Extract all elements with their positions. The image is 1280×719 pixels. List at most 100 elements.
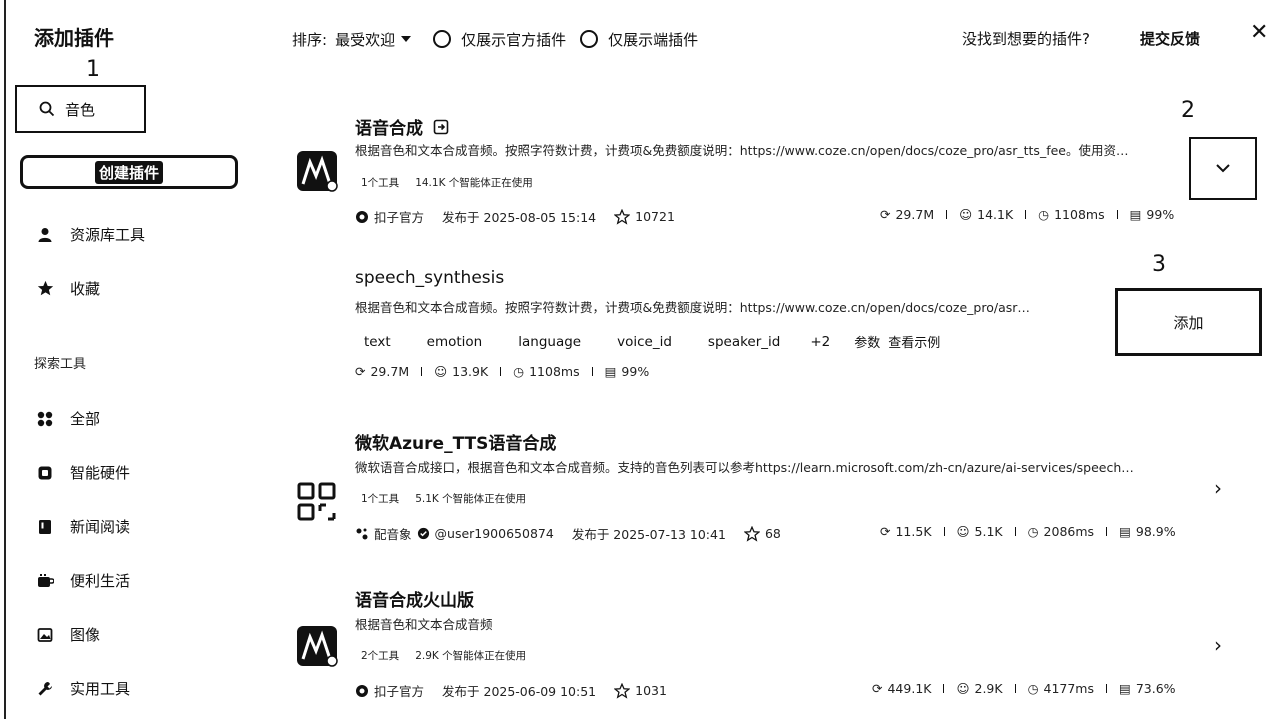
plugin-logo-icon <box>297 151 338 192</box>
publish-date: 发布于 2025-08-05 15:14 <box>442 210 597 225</box>
author-name: 扣子官方 <box>374 684 425 699</box>
author: 扣子官方 <box>355 681 424 700</box>
sort-label: 排序: <box>292 30 328 49</box>
verified-icon <box>417 527 429 540</box>
sidebar-item-all[interactable]: 全部 <box>36 408 100 429</box>
author-name: 配音象 <box>374 527 412 542</box>
sidebar-item-daily-life[interactable]: 便利生活 <box>36 570 130 591</box>
sidebar-item-utilities[interactable]: 实用工具 <box>36 678 130 699</box>
call-count: 29.7M <box>370 364 410 379</box>
agent-count: 5.1K 个智能体正在使用 <box>415 493 527 505</box>
publish-date: 发布于 2025-06-09 10:51 <box>442 684 597 699</box>
sidebar-item-label: 实用工具 <box>70 680 131 698</box>
add-tool-button[interactable]: 添加 <box>1115 288 1262 356</box>
latency: 2086ms <box>1043 524 1095 539</box>
plugin-card-title[interactable]: 语音合成 <box>355 114 449 139</box>
annotation-2: 2 <box>1181 98 1195 123</box>
open-external-icon[interactable] <box>433 119 449 135</box>
param-more: +2 <box>810 333 831 350</box>
message-icon: ▤ <box>1119 524 1131 539</box>
user-count: 2.9K <box>974 681 1003 696</box>
official-only-radio[interactable] <box>433 30 452 48</box>
star-count: 10721 <box>635 209 675 224</box>
book-icon <box>36 518 54 536</box>
chip-icon <box>36 464 54 482</box>
author-handle: @user1900650874 <box>434 526 554 541</box>
sidebar-item-label: 图像 <box>70 626 101 644</box>
search-input[interactable]: 音色 <box>15 85 146 133</box>
create-plugin-button[interactable]: 创建插件 <box>20 155 238 189</box>
favorite-count[interactable]: 10721 <box>614 208 675 225</box>
plugin-title-text: 语音合成 <box>355 119 423 139</box>
plugin-card-title[interactable]: 语音合成火山版 <box>355 586 474 611</box>
chevron-down-icon <box>1216 164 1230 173</box>
image-icon <box>36 626 54 644</box>
author: 配音象 @user1900650874 <box>355 524 554 543</box>
window-left-edge <box>4 0 6 719</box>
dialog-title: 添加插件 <box>34 26 114 50</box>
sidebar-item-favorites[interactable]: 收藏 <box>36 278 100 299</box>
success-rate: 99% <box>621 364 650 379</box>
calls-icon: ⟳ <box>880 524 891 539</box>
favorite-count[interactable]: 68 <box>743 525 781 542</box>
latency: 4177ms <box>1043 681 1095 696</box>
sidebar-item-label: 全部 <box>70 410 101 428</box>
plugin-stats: ⟳ 11.5K ☺ 5.1K ◷ 2086ms ▤ 98.9% <box>880 524 1176 539</box>
author-name: 扣子官方 <box>374 210 425 225</box>
publish-date: 发布于 2025-07-13 10:41 <box>571 527 726 542</box>
user-count: 5.1K <box>974 524 1003 539</box>
clock-icon: ◷ <box>1027 524 1039 539</box>
device-only-radio[interactable] <box>580 30 599 48</box>
chevron-right-icon[interactable]: › <box>1214 633 1222 657</box>
annotation-3: 3 <box>1152 252 1166 277</box>
clock-icon: ◷ <box>513 364 525 379</box>
param-chip: speaker_id <box>707 333 781 350</box>
view-example-link[interactable]: 查看示例 <box>888 332 940 351</box>
favorite-count[interactable]: 1031 <box>614 682 667 699</box>
plugin-logo-icon <box>297 626 338 667</box>
close-icon[interactable]: ✕ <box>1250 20 1268 45</box>
star-outline-icon <box>743 525 760 542</box>
tool-count: 1个工具 <box>361 177 400 189</box>
calls-icon: ⟳ <box>872 681 883 696</box>
official-only-label: 仅展示官方插件 <box>461 30 567 49</box>
plugin-footer: 配音象 @user1900650874 发布于 2025-07-13 10:41… <box>355 524 781 543</box>
chevron-right-icon[interactable]: › <box>1214 476 1222 500</box>
official-only-filter[interactable]: 仅展示官方插件 <box>433 29 566 50</box>
user-count: 13.9K <box>452 364 489 379</box>
plugin-footer: 扣子官方 发布于 2025-06-09 10:51 1031 <box>355 681 667 700</box>
author-avatar-icon <box>356 528 368 539</box>
sort-dropdown[interactable]: 最受欢迎 <box>335 29 412 50</box>
tool-params: text emotion language voice_id speaker_i… <box>364 332 940 352</box>
calls-icon: ⟳ <box>355 364 366 379</box>
message-icon: ▤ <box>604 364 617 379</box>
tool-count: 1个工具 <box>361 493 400 505</box>
wrench-icon <box>36 680 54 698</box>
sidebar-item-news-reading[interactable]: 新闻阅读 <box>36 516 130 537</box>
sidebar-item-image[interactable]: 图像 <box>36 624 100 645</box>
message-icon: ▤ <box>1119 681 1131 696</box>
search-icon <box>39 101 55 117</box>
calls-icon: ⟳ <box>880 207 891 222</box>
call-count: 29.7M <box>895 207 935 222</box>
success-rate: 99% <box>1146 207 1175 222</box>
device-only-filter[interactable]: 仅展示端插件 <box>580 29 698 50</box>
call-count: 449.1K <box>887 681 932 696</box>
plugin-card-title[interactable]: 微软Azure_TTS语音合成 <box>355 429 556 454</box>
expand-tools-button[interactable] <box>1189 137 1257 200</box>
sidebar-item-smart-hardware[interactable]: 智能硬件 <box>36 462 130 483</box>
params-label: 参数 <box>854 336 881 351</box>
grid-icon <box>36 410 54 428</box>
plugin-description: 根据音色和文本合成音频 <box>355 617 493 632</box>
plugin-description: 微软语音合成接口，根据音色和文本合成音频。支持的音色列表可以参考https://… <box>355 460 1134 475</box>
sidebar-item-library-tools[interactable]: 资源库工具 <box>36 224 145 245</box>
bot-icon: ☺ <box>434 364 448 379</box>
search-value: 音色 <box>65 100 96 119</box>
tool-description: 根据音色和文本合成音频。按照字符数计费，计费项&免费额度说明：https://w… <box>355 300 1030 315</box>
bot-icon: ☺ <box>956 681 970 696</box>
bot-icon: ☺ <box>959 207 973 222</box>
feedback-link[interactable]: 提交反馈 <box>1140 28 1200 49</box>
coze-logo-icon <box>356 210 368 223</box>
agent-count: 2.9K 个智能体正在使用 <box>415 650 527 662</box>
author: 扣子官方 <box>355 207 424 226</box>
